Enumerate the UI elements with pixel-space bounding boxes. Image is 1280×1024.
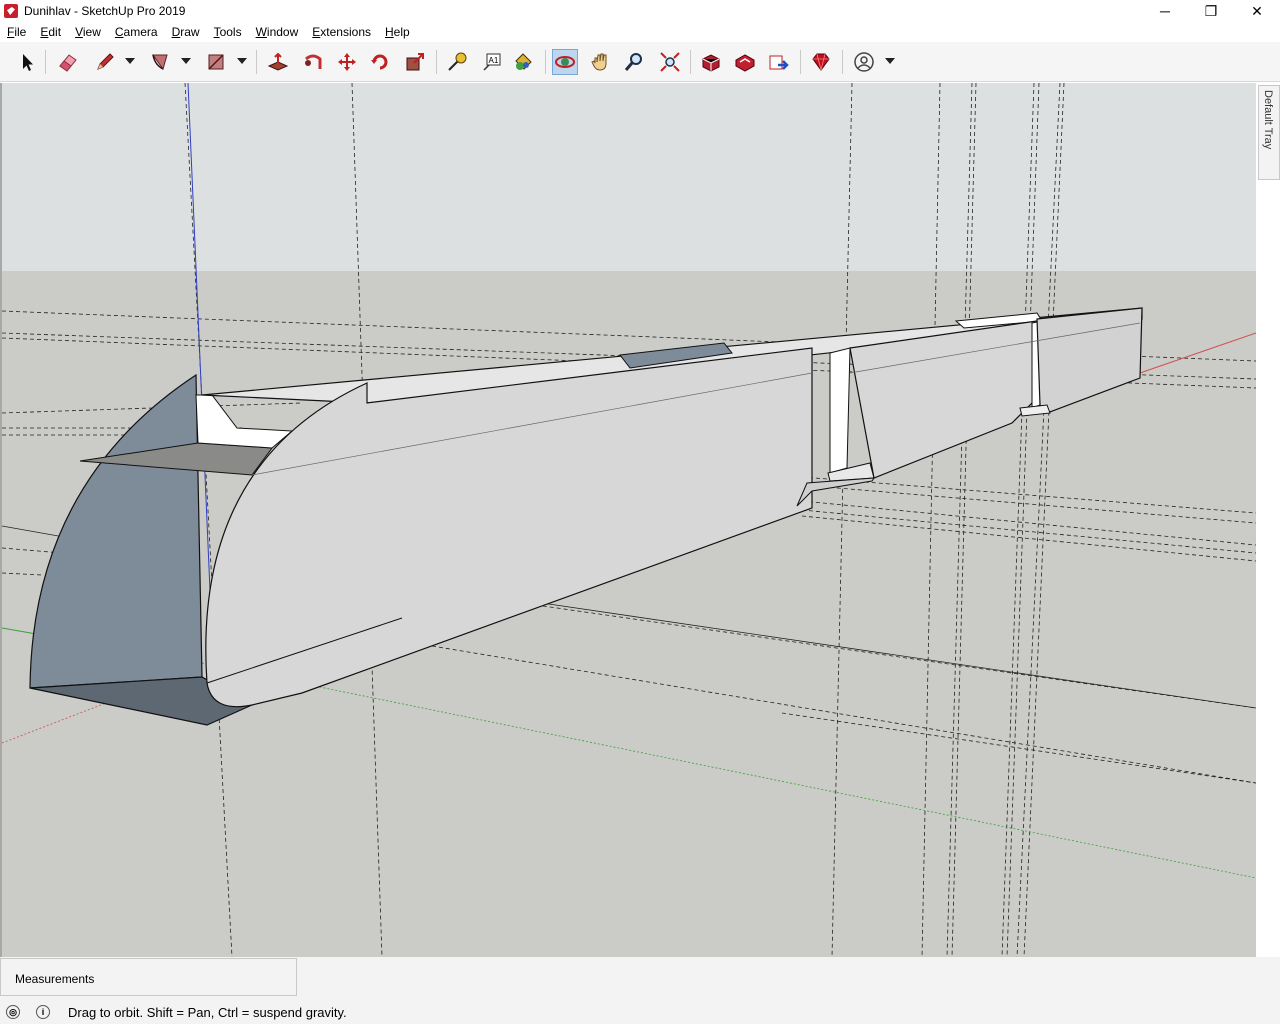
scale-icon <box>406 53 424 71</box>
menu-file[interactable]: File <box>7 25 26 39</box>
arc-icon <box>152 54 168 71</box>
info-icon[interactable]: i <box>36 1005 50 1019</box>
scale-tool-button[interactable] <box>402 49 428 75</box>
eraser-icon <box>59 54 77 72</box>
orbit-icon <box>555 56 575 68</box>
model-viewport[interactable] <box>0 83 1256 957</box>
tape-measure-tool-button[interactable] <box>444 49 470 75</box>
select-tool-button[interactable] <box>14 49 40 75</box>
text-icon: A1 <box>483 53 501 71</box>
toolbar-separator <box>690 50 691 74</box>
measurements-input[interactable] <box>136 965 292 990</box>
extension-warehouse-icon <box>735 54 755 72</box>
svg-text:A1: A1 <box>489 56 499 65</box>
default-tray-tab[interactable]: Default Tray <box>1258 85 1280 180</box>
3d-warehouse-button[interactable] <box>698 49 724 75</box>
toolbar-separator <box>256 50 257 74</box>
window-title: Dunihlav - SketchUp Pro 2019 <box>24 4 186 18</box>
user-icon <box>854 52 874 72</box>
account-dropdown-icon[interactable] <box>885 58 895 64</box>
line-dropdown-icon[interactable] <box>125 58 135 64</box>
arc-tool-button[interactable] <box>147 49 173 75</box>
paint-bucket-icon <box>515 53 532 70</box>
window-controls: ─ ❐ ✕ <box>1142 0 1280 22</box>
ruby-icon <box>812 53 830 71</box>
toolbar-separator <box>436 50 437 74</box>
menu-bar: File Edit View Camera Draw Tools Window … <box>0 22 1280 42</box>
measurements-label: Measurements <box>15 972 95 986</box>
measurements-box: Measurements <box>0 958 297 996</box>
zoom-extents-icon <box>660 52 680 72</box>
model-canvas[interactable] <box>2 83 1256 957</box>
toolbar-separator <box>45 50 46 74</box>
follow-me-tool-button[interactable] <box>300 49 326 75</box>
large-tool-set-toolbar: A1 <box>0 42 1280 82</box>
text-tool-button[interactable]: A1 <box>479 49 505 75</box>
warehouse-icon <box>702 54 720 72</box>
zoom-extents-tool-button[interactable] <box>657 49 683 75</box>
menu-edit[interactable]: Edit <box>40 25 61 39</box>
rotate-icon <box>371 54 388 70</box>
paint-bucket-tool-button[interactable] <box>510 49 536 75</box>
geolocation-icon[interactable]: ◎ <box>6 1005 20 1019</box>
menu-draw[interactable]: Draw <box>172 25 200 39</box>
magnifier-icon <box>624 53 642 71</box>
extension-warehouse-button[interactable] <box>732 49 758 75</box>
zoom-tool-button[interactable] <box>621 49 647 75</box>
restore-button[interactable]: ❐ <box>1188 0 1234 22</box>
rectangle-tool-button[interactable] <box>203 49 229 75</box>
extension-manager-button[interactable] <box>808 49 834 75</box>
orbit-tool-button[interactable] <box>552 49 578 75</box>
close-button[interactable]: ✕ <box>1234 0 1280 22</box>
hand-icon <box>591 53 607 71</box>
minimize-button[interactable]: ─ <box>1142 0 1188 22</box>
pan-tool-button[interactable] <box>588 49 614 75</box>
sketchup-logo-icon <box>4 4 18 18</box>
shape-dropdown-icon[interactable] <box>237 58 247 64</box>
rectangle-icon <box>208 54 224 70</box>
push-pull-icon <box>267 52 289 71</box>
eraser-tool-button[interactable] <box>55 49 81 75</box>
right-panel <box>1256 83 1280 957</box>
status-bar: ◎ i Drag to orbit. Shift = Pan, Ctrl = s… <box>0 1000 1280 1024</box>
line-tool-button[interactable] <box>92 49 118 75</box>
status-text: Drag to orbit. Shift = Pan, Ctrl = suspe… <box>68 1004 347 1020</box>
move-icon <box>338 53 356 71</box>
toolbar-separator <box>545 50 546 74</box>
menu-view[interactable]: View <box>75 25 101 39</box>
tray-label: Default Tray <box>1262 90 1274 150</box>
toolbar-separator <box>800 50 801 74</box>
menu-extensions[interactable]: Extensions <box>312 25 371 39</box>
middle-post <box>829 347 851 474</box>
menu-tools[interactable]: Tools <box>214 25 242 39</box>
arc-dropdown-icon[interactable] <box>181 58 191 64</box>
menu-help[interactable]: Help <box>385 25 410 39</box>
share-model-icon <box>769 55 789 70</box>
arrow-icon <box>23 54 33 71</box>
follow-me-icon <box>305 54 322 69</box>
rotate-tool-button[interactable] <box>367 49 393 75</box>
account-button[interactable] <box>851 49 877 75</box>
push-pull-tool-button[interactable] <box>265 49 291 75</box>
menu-camera[interactable]: Camera <box>115 25 158 39</box>
title-bar: Dunihlav - SketchUp Pro 2019 ─ ❐ ✕ <box>0 0 1280 22</box>
toolbar-separator <box>842 50 843 74</box>
share-model-button[interactable] <box>766 49 792 75</box>
pencil-icon <box>97 53 114 70</box>
tape-measure-icon <box>448 52 467 71</box>
move-tool-button[interactable] <box>334 49 360 75</box>
menu-window[interactable]: Window <box>256 25 299 39</box>
